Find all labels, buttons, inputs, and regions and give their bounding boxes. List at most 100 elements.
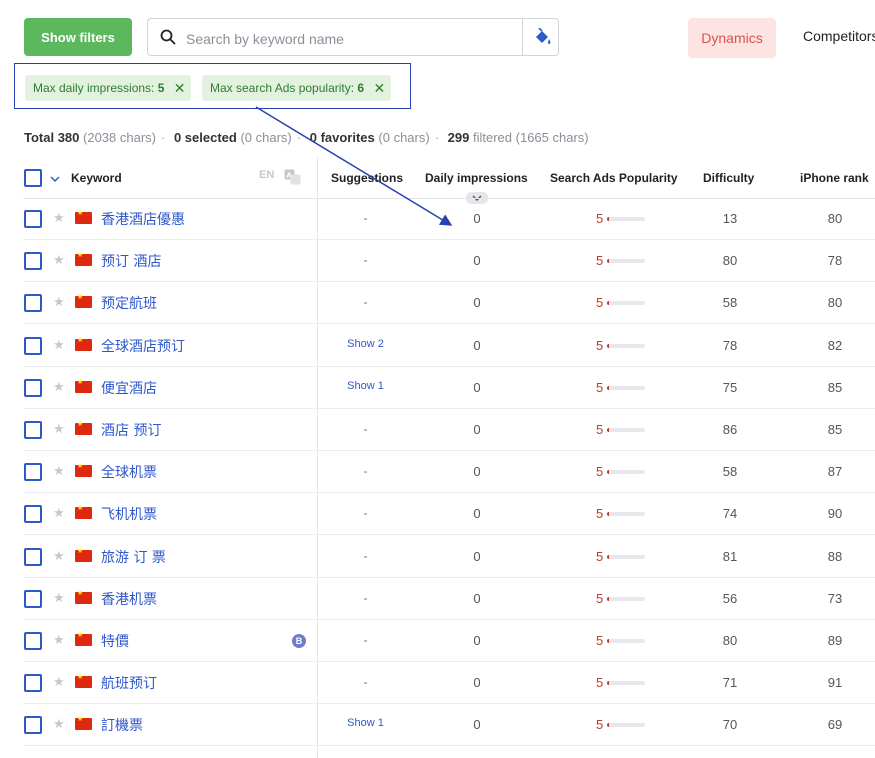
popularity-value: 5 (596, 211, 604, 226)
paint-bucket-icon[interactable] (533, 28, 553, 48)
keyword-link[interactable]: 飞机机票 (101, 504, 157, 524)
keyword-link[interactable]: 特價 (101, 631, 129, 651)
star-icon[interactable]: ★ (53, 210, 65, 226)
popularity-bar (607, 385, 645, 390)
row-checkbox[interactable] (24, 589, 42, 608)
row-checkbox[interactable] (24, 421, 42, 439)
row-checkbox[interactable] (24, 378, 42, 397)
china-flag-icon (75, 378, 92, 393)
table-row[interactable]: ★ 便宜酒店 Show 1 0 5 75 85 (0, 367, 875, 409)
star-icon[interactable]: ★ (53, 674, 65, 690)
star-icon[interactable]: ★ (53, 716, 65, 732)
table-row[interactable]: ★ 航班预订 - 0 5 71 91 (0, 662, 875, 705)
keyword-link[interactable]: 便宜酒店 (101, 378, 157, 398)
search-input[interactable] (184, 27, 518, 51)
keyword-link[interactable]: 香港机票 (101, 589, 157, 609)
daily-impressions-value: 0 (473, 506, 481, 522)
iphone-rank-value: 80 (827, 211, 843, 226)
iphone-rank-value: 85 (827, 379, 843, 395)
table-row[interactable]: ★ 全球机票 - 0 5 58 87 (0, 451, 875, 494)
select-all-checkbox[interactable] (24, 169, 42, 187)
iphone-rank-value: 82 (827, 337, 843, 353)
row-checkbox[interactable] (24, 547, 42, 566)
row-checkbox[interactable] (24, 336, 42, 355)
keyword-link[interactable]: 航班预订 (101, 673, 157, 693)
star-icon[interactable]: ★ (53, 505, 65, 521)
star-icon[interactable]: ★ (53, 590, 65, 606)
iphone-rank-value: 87 (827, 464, 843, 480)
keyword-link[interactable]: 全球酒店预订 (101, 336, 185, 356)
row-checkbox[interactable] (24, 210, 42, 228)
table-row[interactable]: ★ 旅游 订 票 - 0 5 81 88 (0, 536, 875, 578)
header-keyword[interactable]: Keyword (71, 171, 122, 185)
keyword-link[interactable]: 酒店 预订 (101, 420, 161, 440)
iphone-rank-value: 91 (827, 675, 843, 691)
daily-impressions-value: 0 (473, 717, 481, 733)
keyword-link[interactable]: 旅游 订 票 (101, 547, 166, 567)
table-row[interactable]: ★ 飞机机票 - 0 5 74 90 (0, 493, 875, 536)
popularity-value: 5 (596, 379, 604, 395)
china-flag-icon (75, 673, 92, 689)
difficulty-value: 75 (722, 379, 738, 395)
keyword-link[interactable]: 预订 酒店 (101, 251, 161, 271)
header-daily-impressions[interactable]: Daily impressions (425, 171, 528, 185)
competitors-tab[interactable]: Competitors (803, 28, 875, 44)
table-row[interactable]: ★ 香港酒店優惠 - 0 5 13 80 (0, 198, 875, 240)
header-suggestions[interactable]: Suggestions (331, 171, 403, 185)
iphone-rank-value: 69 (827, 717, 843, 733)
table-row[interactable]: ★ 酒店 预订 - 0 5 86 85 (0, 409, 875, 451)
suggestions-link[interactable]: Show 1 (318, 717, 413, 729)
filter-chip-value: 5 (157, 81, 165, 95)
star-icon[interactable]: ★ (53, 548, 65, 564)
daily-impressions-value: 0 (473, 337, 481, 353)
star-icon[interactable]: ★ (53, 337, 65, 353)
table-row[interactable]: ★ 特價 B - 0 5 80 89 (0, 620, 875, 662)
popularity-bar-fill (607, 596, 609, 601)
popularity-value: 5 (596, 337, 604, 353)
row-checkbox[interactable] (24, 294, 42, 313)
table-row[interactable]: ★ 香港机票 - 0 5 56 73 (0, 578, 875, 620)
keyword-link[interactable]: 预定航班 (101, 293, 157, 313)
star-icon[interactable]: ★ (53, 252, 65, 268)
header-iphone-rank[interactable]: iPhone rank (800, 171, 869, 185)
keyword-link[interactable]: 香港酒店優惠 (101, 209, 185, 229)
star-icon[interactable]: ★ (53, 421, 65, 437)
popularity-value: 5 (596, 633, 604, 648)
table-row[interactable]: ★ 全球酒店预订 Show 2 0 5 78 82 (0, 325, 875, 367)
popularity-bar (607, 554, 645, 559)
close-icon[interactable]: ✕ (174, 75, 186, 101)
daily-impressions-value: 0 (473, 548, 481, 564)
iphone-rank-value: 73 (827, 590, 843, 606)
chevron-down-icon[interactable] (50, 175, 60, 183)
keyword-link[interactable]: 訂機票 (101, 715, 143, 735)
row-checkbox[interactable] (24, 674, 42, 693)
row-checkbox[interactable] (24, 463, 42, 482)
keyword-link[interactable]: 全球机票 (101, 462, 157, 482)
star-icon[interactable]: ★ (53, 463, 65, 479)
row-checkbox[interactable] (24, 632, 42, 650)
translate-icon[interactable]: A (284, 169, 301, 185)
filter-chip-label: Max search Ads popularity: (210, 81, 355, 95)
row-checkbox[interactable] (24, 252, 42, 271)
star-icon[interactable]: ★ (53, 632, 65, 648)
table-row[interactable]: ★ 预订 酒店 - 0 5 80 78 (0, 240, 875, 283)
suggestions-link[interactable]: Show 2 (318, 338, 413, 350)
language-label[interactable]: EN (259, 169, 274, 181)
star-icon[interactable]: ★ (53, 379, 65, 395)
star-icon[interactable]: ★ (53, 294, 65, 310)
row-checkbox[interactable] (24, 716, 42, 735)
header-search-ads-popularity[interactable]: Search Ads Popularity (550, 171, 678, 185)
iphone-rank-value: 90 (827, 506, 843, 522)
row-divider (23, 745, 875, 747)
header-difficulty[interactable]: Difficulty (703, 171, 754, 185)
suggestions-value: - (363, 295, 368, 310)
show-filters-button[interactable]: Show filters (24, 18, 132, 56)
dynamics-button[interactable]: Dynamics (688, 18, 776, 58)
close-icon[interactable]: ✕ (373, 75, 385, 101)
favorites-chars: (0 chars) (378, 130, 430, 145)
daily-impressions-value: 0 (473, 464, 481, 480)
suggestions-link[interactable]: Show 1 (318, 380, 413, 392)
row-checkbox[interactable] (24, 505, 42, 524)
table-row[interactable]: ★ 预定航班 - 0 5 58 80 (0, 282, 875, 325)
table-row[interactable]: ★ 訂機票 Show 1 0 5 70 69 (0, 704, 875, 747)
